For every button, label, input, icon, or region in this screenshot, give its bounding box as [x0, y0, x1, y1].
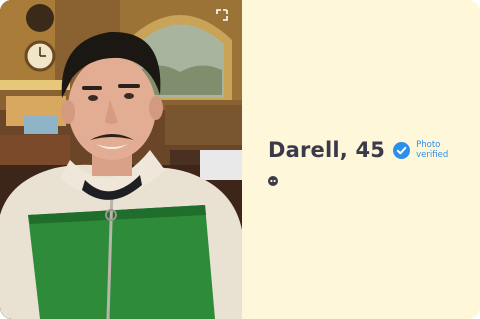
name-row: Darell, 45 Photo verified: [268, 138, 456, 162]
verified-check-icon: [393, 141, 411, 159]
quote-icon: [268, 173, 278, 186]
profile-photo-image: [0, 0, 242, 319]
profile-name-age: Darell, 45: [268, 138, 386, 162]
profile-photo[interactable]: [0, 0, 242, 319]
profile-card[interactable]: Darell, 45 Photo verified: [0, 0, 480, 319]
expand-icon[interactable]: [216, 9, 228, 21]
profile-info: Darell, 45 Photo verified: [242, 0, 480, 319]
photo-verified-label: Photo verified: [416, 140, 449, 160]
